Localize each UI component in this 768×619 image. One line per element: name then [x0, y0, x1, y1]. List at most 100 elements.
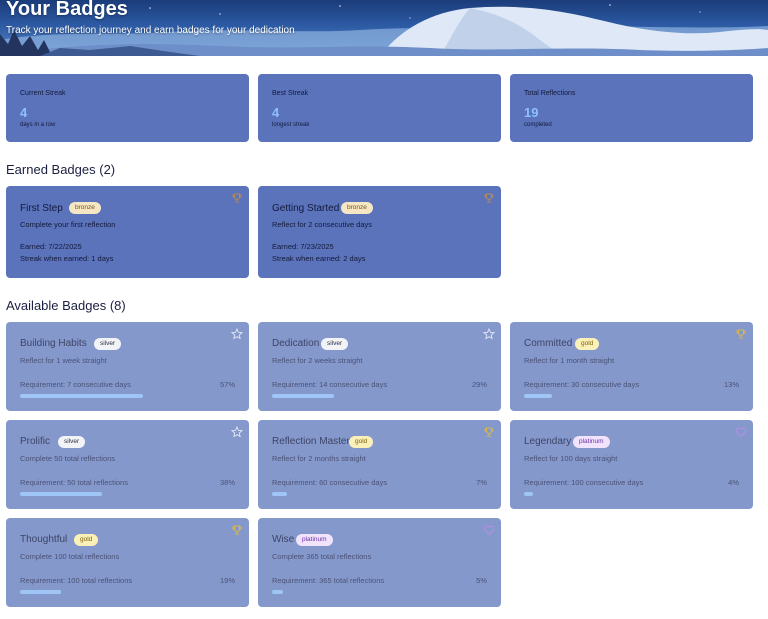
- progress-percent: 5%: [476, 576, 487, 585]
- trophy-icon: [736, 329, 746, 339]
- tier-badge: bronze: [341, 202, 373, 214]
- badge-description: Complete your first reflection: [20, 220, 116, 229]
- progress-fill: [272, 394, 335, 398]
- badge-card-dedication[interactable]: Dedication silver Reflect for 2 weeks st…: [258, 322, 501, 411]
- stat-card-best-streak: Best Streak 4 longest streak: [258, 74, 501, 142]
- badge-card-wise[interactable]: Wise platinum Complete 365 total reflect…: [258, 518, 501, 607]
- badge-name: Dedication: [272, 338, 320, 349]
- badge-name: Prolific: [20, 436, 51, 447]
- requirement-text: Requirement: 100 total reflections: [20, 576, 133, 585]
- progress-bar: [20, 394, 235, 398]
- progress-percent: 13%: [723, 380, 739, 389]
- badge-card-getting-started[interactable]: Getting Started bronze Reflect for 2 con…: [258, 186, 501, 278]
- progress-fill: [272, 492, 288, 496]
- requirement-text: Requirement: 365 total reflections: [272, 576, 385, 585]
- progress-bar: [524, 492, 739, 496]
- badge-card-thoughtful[interactable]: Thoughtful gold Complete 100 total refle…: [6, 518, 249, 607]
- trophy-icon: [232, 525, 242, 535]
- page-title: Your Badges: [6, 0, 128, 20]
- progress-bar: [20, 590, 235, 594]
- badge-card-first-step[interactable]: First Step bronze Complete your first re…: [6, 186, 249, 278]
- stat-card-current-streak: Current Streak 4 days in a row: [6, 74, 249, 142]
- tier-badge: silver: [58, 436, 86, 448]
- stat-caption: completed: [524, 122, 552, 128]
- stat-label: Current Streak: [20, 90, 66, 97]
- trophy-icon: [232, 193, 242, 203]
- progress-bar: [272, 492, 487, 496]
- progress-fill: [20, 492, 102, 496]
- badge-card-reflection-master[interactable]: Reflection Master gold Reflect for 2 mon…: [258, 420, 501, 509]
- star-icon: [483, 328, 495, 340]
- tier-badge: silver: [94, 338, 122, 350]
- progress-fill: [524, 492, 533, 496]
- progress-bar: [272, 394, 487, 398]
- badge-description: Complete 365 total reflections: [272, 552, 372, 561]
- stat-label: Total Reflections: [524, 90, 576, 97]
- progress-fill: [20, 590, 61, 594]
- star-icon: [231, 328, 243, 340]
- tier-badge: bronze: [69, 202, 101, 214]
- tier-badge: platinum: [296, 534, 333, 546]
- progress-percent: 7%: [476, 478, 487, 487]
- earned-date: Earned: 7/23/2025: [272, 242, 334, 251]
- hero-banner: Your Badges Track your reflection journe…: [0, 0, 768, 56]
- requirement-text: Requirement: 50 total reflections: [20, 478, 128, 487]
- requirement-text: Requirement: 14 consecutive days: [272, 380, 388, 389]
- badge-description: Reflect for 2 consecutive days: [272, 220, 373, 229]
- earned-streak: Streak when earned: 2 days: [272, 254, 366, 263]
- stat-label: Best Streak: [272, 90, 309, 97]
- badge-card-prolific[interactable]: Prolific silver Complete 50 total reflec…: [6, 420, 249, 509]
- badge-name: Thoughtful: [20, 534, 68, 545]
- badge-name: Getting Started: [272, 203, 340, 214]
- available-badges-heading: Available Badges (8): [6, 298, 126, 313]
- stat-value: 4: [20, 105, 28, 120]
- stat-value: 4: [272, 105, 280, 120]
- requirement-text: Requirement: 60 consecutive days: [272, 478, 388, 487]
- requirement-text: Requirement: 100 consecutive days: [524, 478, 644, 487]
- tier-badge: gold: [575, 338, 600, 350]
- requirement-text: Requirement: 30 consecutive days: [524, 380, 640, 389]
- progress-percent: 57%: [219, 380, 235, 389]
- badge-name: First Step: [20, 203, 63, 214]
- stat-card-total-reflections: Total Reflections 19 completed: [510, 74, 753, 142]
- progress-fill: [272, 590, 283, 594]
- progress-percent: 19%: [219, 576, 235, 585]
- trophy-icon: [484, 427, 494, 437]
- progress-fill: [524, 394, 552, 398]
- stat-caption: days in a row: [20, 122, 56, 128]
- star-icon: [231, 426, 243, 438]
- badge-name: Wise: [272, 534, 295, 545]
- progress-fill: [20, 394, 143, 398]
- earned-date: Earned: 7/22/2025: [20, 242, 82, 251]
- heart-icon: [483, 525, 495, 536]
- progress-percent: 4%: [728, 478, 739, 487]
- badge-description: Complete 100 total reflections: [20, 552, 120, 561]
- requirement-text: Requirement: 7 consecutive days: [20, 380, 131, 389]
- progress-bar: [20, 492, 235, 496]
- progress-percent: 38%: [219, 478, 235, 487]
- badge-card-legendary[interactable]: Legendary platinum Reflect for 100 days …: [510, 420, 753, 509]
- badge-name: Committed: [524, 338, 573, 349]
- tier-badge: silver: [321, 338, 349, 350]
- badge-name: Reflection Master: [272, 436, 350, 447]
- page-subtitle: Track your reflection journey and earn b…: [6, 25, 295, 36]
- badge-description: Reflect for 2 weeks straight: [272, 356, 363, 365]
- tier-badge: platinum: [573, 436, 610, 448]
- badge-name: Legendary: [524, 436, 572, 447]
- badge-description: Reflect for 2 months straight: [272, 454, 366, 463]
- heart-icon: [735, 427, 747, 438]
- badge-card-committed[interactable]: Committed gold Reflect for 1 month strai…: [510, 322, 753, 411]
- stat-caption: longest streak: [272, 122, 310, 128]
- progress-bar: [272, 590, 487, 594]
- badge-card-building-habits[interactable]: Building Habits silver Reflect for 1 wee…: [6, 322, 249, 411]
- badge-description: Reflect for 1 week straight: [20, 356, 107, 365]
- tier-badge: gold: [74, 534, 99, 546]
- tier-badge: gold: [349, 436, 374, 448]
- trophy-icon: [484, 193, 494, 203]
- badge-description: Reflect for 1 month straight: [524, 356, 615, 365]
- badge-description: Complete 50 total reflections: [20, 454, 116, 463]
- stat-value: 19: [524, 105, 539, 120]
- earned-badges-heading: Earned Badges (2): [6, 162, 116, 177]
- badge-description: Reflect for 100 days straight: [524, 454, 618, 463]
- badge-name: Building Habits: [20, 338, 87, 349]
